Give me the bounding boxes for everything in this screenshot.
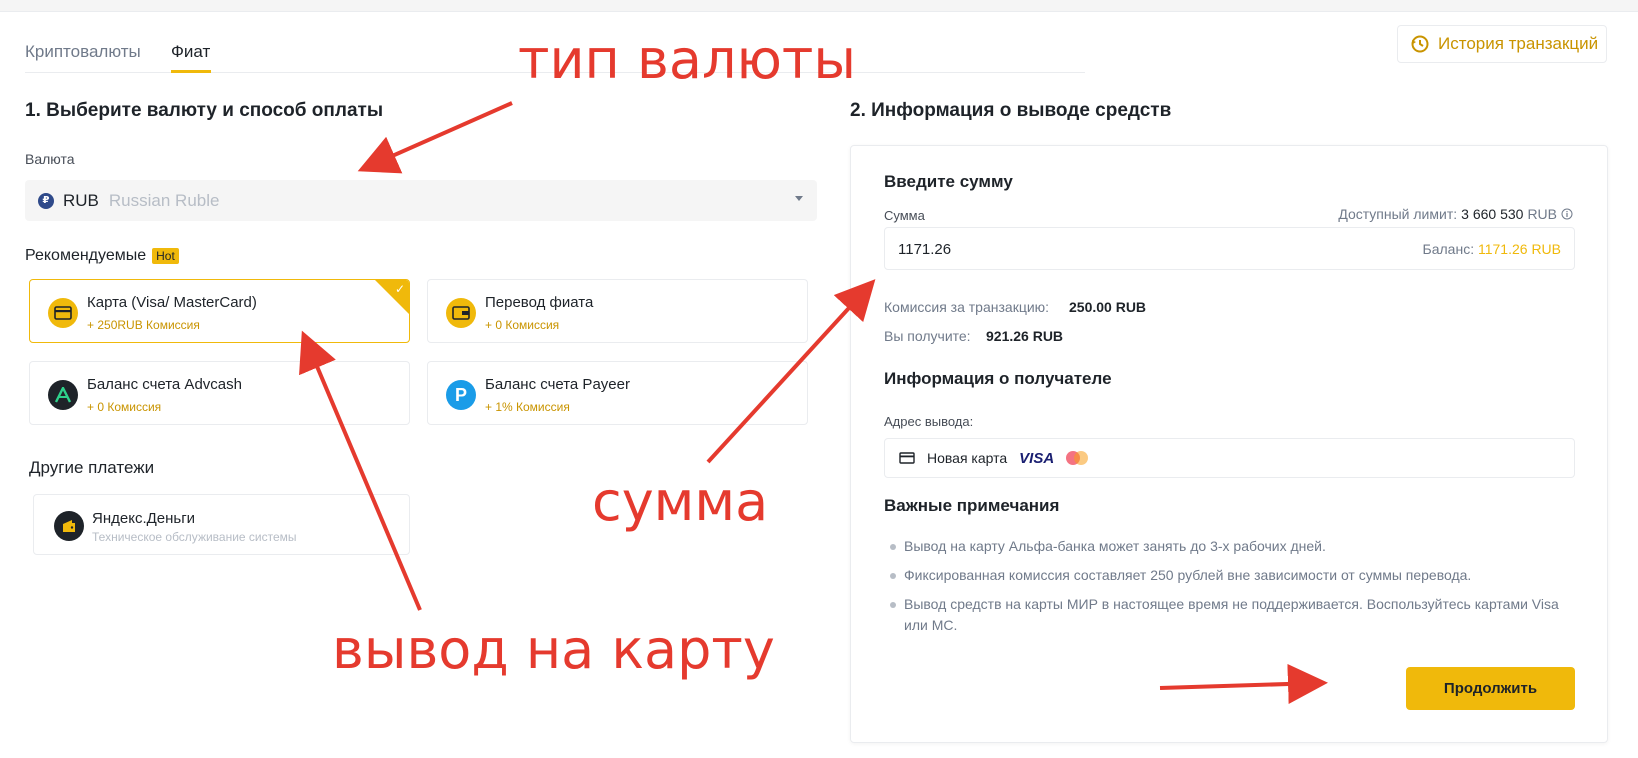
active-tab-indicator (171, 70, 211, 73)
tab-crypto[interactable]: Криптовалюты (25, 42, 141, 62)
annotation-amount: сумма (592, 470, 769, 533)
advcash-icon (48, 380, 78, 410)
method-title: Перевод фиата (485, 294, 594, 311)
method-card-fiat-transfer[interactable]: Перевод фиата + 0 Комиссия (427, 279, 808, 343)
ruble-icon: ₽ (38, 192, 54, 209)
method-card-bank-card[interactable]: Карта (Visa/ MasterCard) + 250RUB Комисс… (29, 279, 410, 343)
method-status: Техническое обслуживание системы (92, 530, 297, 544)
method-card-advcash[interactable]: Баланс счета Advcash + 0 Комиссия (29, 361, 410, 425)
fee-label: Комиссия за транзакцию: (884, 299, 1050, 315)
card-icon (899, 452, 915, 464)
balance-label: Баланс: (1422, 241, 1475, 257)
visa-logo: VISA (1019, 449, 1055, 467)
method-title: Баланс счета Payeer (485, 376, 630, 393)
wallet-icon (446, 298, 476, 328)
balance-value[interactable]: 1171.26 RUB (1478, 241, 1561, 257)
address-label: Адрес вывода: (884, 414, 974, 429)
info-icon[interactable] (1561, 208, 1573, 220)
card-icon (48, 298, 78, 328)
tab-fiat[interactable]: Фиат (171, 42, 210, 62)
note-item: Вывод средств на карты МИР в настоящее в… (888, 594, 1568, 636)
continue-button[interactable]: Продолжить (1406, 667, 1575, 710)
method-title: Карта (Visa/ MasterCard) (87, 294, 257, 311)
method-fee: + 1% Комиссия (485, 400, 570, 414)
recipient-heading: Информация о получателе (884, 369, 1112, 388)
note-item: Фиксированная комиссия составляет 250 ру… (888, 565, 1568, 586)
limit-value: 3 660 530 (1461, 206, 1524, 222)
method-fee: + 0 Комиссия (485, 318, 560, 332)
yandex-money-icon (54, 511, 84, 541)
notes-list: Вывод на карту Альфа-банка может занять … (888, 536, 1568, 644)
annotation-currency-type: тип валюты (518, 28, 857, 91)
amount-heading: Введите сумму (884, 172, 1013, 191)
withdrawal-address-select[interactable]: Новая карта VISA (884, 438, 1575, 478)
method-title: Баланс счета Advcash (87, 376, 242, 393)
recommended-heading: Рекомендуемые Hot (25, 247, 179, 265)
currency-label: Валюта (25, 151, 75, 167)
note-item: Вывод на карту Альфа-банка может занять … (888, 536, 1568, 557)
notes-heading: Важные примечания (884, 496, 1060, 515)
fee-value: 250.00 RUB (1069, 299, 1147, 315)
limit-label: Доступный лимит: (1338, 206, 1458, 222)
amount-value: 1171.26 (898, 241, 952, 258)
hot-badge: Hot (152, 248, 179, 264)
recommended-label: Рекомендуемые (25, 247, 147, 264)
amount-input[interactable]: 1171.26 Баланс: 1171.26 RUB (884, 227, 1575, 270)
amount-label: Сумма (884, 208, 925, 223)
chevron-down-icon (795, 196, 803, 201)
receive-label: Вы получите: (884, 328, 971, 344)
method-card-payeer[interactable]: P Баланс счета Payeer + 1% Комиссия (427, 361, 808, 425)
arrow-currency-type (357, 101, 513, 174)
currency-select[interactable]: ₽ RUB Russian Ruble (25, 180, 817, 221)
limit-currency: RUB (1527, 206, 1557, 222)
receive-value: 921.26 RUB (986, 328, 1064, 344)
top-bar (0, 0, 1638, 12)
other-payments-heading: Другие платежи (29, 458, 155, 477)
history-button-label: История транзакций (1438, 34, 1599, 53)
history-icon (1411, 35, 1429, 53)
mastercard-icon (1066, 451, 1089, 465)
address-value: Новая карта (927, 450, 1008, 466)
currency-name: Russian Ruble (108, 190, 220, 210)
available-limit: Доступный лимит: 3 660 530 RUB (1338, 206, 1573, 222)
method-fee: + 0 Комиссия (87, 400, 162, 414)
section-title-currency: 1. Выберите валюту и способ оплаты (25, 100, 384, 121)
payeer-icon: P (446, 380, 476, 410)
method-fee: + 250RUB Комиссия (87, 318, 200, 332)
method-title: Яндекс.Деньги (92, 510, 196, 527)
currency-code: RUB (63, 190, 99, 210)
check-icon: ✓ (394, 282, 405, 296)
annotation-card-withdrawal: вывод на карту (332, 618, 775, 681)
transaction-history-button[interactable]: История транзакций (1397, 25, 1607, 63)
withdrawal-panel: Введите сумму Сумма Доступный лимит: 3 6… (850, 145, 1608, 743)
balance: Баланс: 1171.26 RUB (1423, 241, 1561, 257)
method-card-yandex-money[interactable]: Яндекс.Деньги Техническое обслуживание с… (33, 494, 410, 555)
section-title-withdrawal: 2. Информация о выводе средств (850, 100, 1172, 121)
